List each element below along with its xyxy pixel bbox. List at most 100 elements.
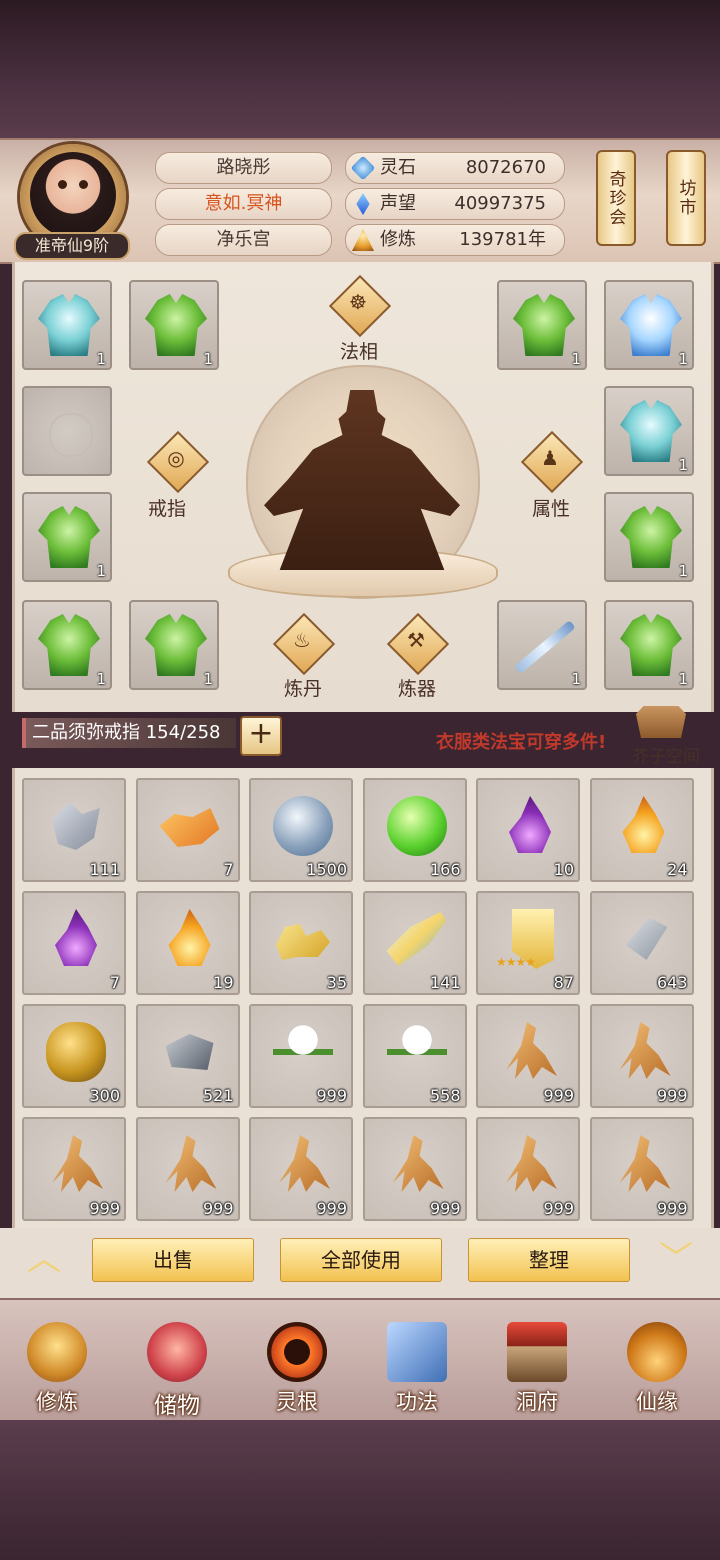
equip-slot[interactable]: 1 [604, 280, 694, 370]
equip-slot[interactable]: 1 [604, 600, 694, 690]
inventory-item[interactable]: 999 [249, 1117, 353, 1221]
equip-slot[interactable]: 1 [497, 600, 587, 690]
inventory-item[interactable]: ★★★★ 87 [476, 891, 580, 995]
ginseng-root-icon [392, 1135, 444, 1192]
blue-orb-icon [273, 796, 333, 856]
cultivation-icon [352, 229, 374, 251]
player-title[interactable]: 意如.冥神 [155, 188, 332, 220]
stat-label: 声望 [380, 193, 416, 214]
equip-slot[interactable]: 1 [129, 280, 219, 370]
nav-cave[interactable]: 洞府 [482, 1316, 592, 1416]
forge-button[interactable]: ⚒ [386, 612, 450, 676]
inventory-item[interactable]: 7 [22, 891, 126, 995]
inventory-item[interactable]: 999 [22, 1117, 126, 1221]
inventory-item[interactable]: 7 [135, 778, 240, 882]
yin-yang-icon [49, 413, 93, 457]
white-flower-icon [273, 1022, 333, 1082]
stat-label: 灵石 [380, 157, 416, 178]
inventory-item[interactable]: 300 [22, 1004, 126, 1108]
item-count: 35 [326, 973, 347, 992]
orange-flame-icon [622, 796, 665, 853]
nav-spirit-root[interactable]: 灵根 [242, 1316, 352, 1416]
avatar[interactable] [30, 152, 116, 238]
inventory-item[interactable]: 999 [249, 1004, 353, 1108]
nav-fate[interactable]: 仙缘 [602, 1316, 712, 1416]
inventory-item[interactable]: 19 [135, 891, 240, 995]
item-count: 87 [553, 973, 574, 992]
market-button[interactable]: 坊市 [666, 150, 706, 246]
item-count: 19 [213, 973, 234, 992]
equip-slot[interactable]: 1 [22, 280, 112, 370]
inventory-item[interactable]: 999 [476, 1004, 580, 1108]
item-count: 24 [667, 860, 688, 879]
feather-leaf-icon [386, 912, 447, 966]
green-orb-icon [386, 796, 447, 856]
nav-label: 功法 [396, 1390, 438, 1414]
white-flower-icon [386, 1022, 447, 1082]
stat-value: 139781年 [459, 229, 546, 250]
item-count: 558 [429, 1086, 461, 1105]
stat-reputation: 声望 40997375 [345, 188, 565, 220]
robe-icon [145, 294, 207, 356]
stat-value: 8072670 [465, 157, 546, 178]
sort-button[interactable]: 整理 [468, 1238, 630, 1282]
equip-slot[interactable]: 1 [604, 386, 694, 476]
use-all-button[interactable]: 全部使用 [280, 1238, 442, 1282]
equip-slot-empty[interactable] [22, 386, 112, 476]
inventory-item[interactable]: 111 [22, 778, 126, 882]
ginseng-root-icon [506, 1135, 557, 1192]
star-rating-icon: ★★★★ [496, 955, 536, 969]
nav-skills[interactable]: 功法 [362, 1316, 472, 1416]
slot-count: 1 [678, 456, 688, 474]
inventory-item[interactable]: 24 [589, 778, 694, 882]
item-count: 10 [553, 860, 574, 879]
sell-button[interactable]: 出售 [92, 1238, 254, 1282]
nav-label: 储物 [154, 1393, 200, 1419]
inventory-item[interactable]: 35 [249, 891, 353, 995]
sword-icon [514, 620, 576, 674]
nav-storage[interactable]: 储物 [122, 1316, 232, 1419]
ring-button[interactable]: ◎ [146, 430, 210, 494]
inventory-item[interactable]: 999 [362, 1117, 467, 1221]
ginseng-root-icon [619, 1135, 671, 1192]
inventory-item[interactable]: 999 [476, 1117, 580, 1221]
bottom-backdrop [0, 1420, 720, 1560]
inventory-item[interactable]: 521 [135, 1004, 240, 1108]
inventory-item[interactable]: 10 [476, 778, 580, 882]
armor-icon [620, 294, 682, 356]
inventory-item[interactable]: 999 [135, 1117, 240, 1221]
attribute-button[interactable]: ♟ [520, 430, 584, 494]
faxiang-button[interactable]: ☸ [328, 274, 392, 338]
equip-slot[interactable]: 1 [604, 492, 694, 582]
ginseng-root-icon [279, 1135, 330, 1192]
expand-capacity-button[interactable]: + [240, 716, 282, 756]
reputation-icon [356, 193, 370, 215]
inventory-item[interactable]: 166 [362, 778, 467, 882]
ring-icon: ◎ [167, 446, 185, 470]
item-count: 999 [656, 1086, 688, 1105]
inventory-item[interactable]: 1500 [249, 778, 353, 882]
spirit-root-icon [267, 1322, 327, 1382]
treasure-auction-button[interactable]: 奇珍会 [596, 150, 636, 246]
alchemy-button[interactable]: ♨ [272, 612, 336, 676]
equip-slot[interactable]: 1 [129, 600, 219, 690]
page-up-icon[interactable]: ︿ [14, 1242, 74, 1276]
inventory-item[interactable]: 558 [362, 1004, 467, 1108]
cave-house-icon [507, 1322, 567, 1382]
item-count: 643 [656, 973, 688, 992]
robe-icon [620, 614, 682, 676]
page-down-icon[interactable]: ﹀ [646, 1242, 706, 1276]
equip-slot[interactable]: 1 [22, 492, 112, 582]
storage-ring-bar: 二品须弥戒指 154/258 [22, 718, 236, 748]
inventory-item[interactable]: 141 [362, 891, 467, 995]
player-sect[interactable]: 净乐宫 [155, 224, 332, 256]
mustard-space-label[interactable]: 芥子空间 [632, 742, 700, 767]
inventory-item[interactable]: 643 [589, 891, 694, 995]
attribute-label: 属性 [531, 498, 570, 520]
inventory-item[interactable]: 999 [589, 1004, 694, 1108]
slot-count: 1 [678, 350, 688, 368]
equip-slot[interactable]: 1 [22, 600, 112, 690]
nav-cultivate[interactable]: 修炼 [2, 1316, 112, 1416]
inventory-item[interactable]: 999 [589, 1117, 694, 1221]
equip-slot[interactable]: 1 [497, 280, 587, 370]
